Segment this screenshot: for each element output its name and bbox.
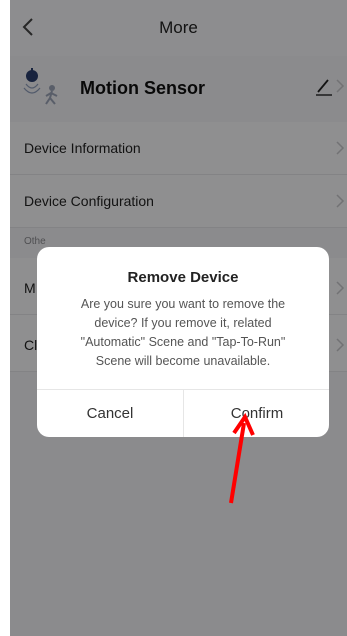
app-screen: More Motion Sensor Device Information De…	[10, 0, 347, 636]
dialog-message-line: "Automatic" Scene and "Tap-To-Run"	[80, 335, 286, 349]
dialog-message-line: Scene will become unavailable.	[95, 354, 271, 368]
dialog-message-line: Are you sure you want to remove the	[80, 297, 286, 311]
cancel-button[interactable]: Cancel	[37, 390, 183, 437]
dialog-title: Remove Device	[127, 269, 239, 286]
dialog-message: Are you sure you want to remove the devi…	[59, 295, 307, 371]
red-arrow-annotation-icon	[229, 412, 255, 504]
dialog-message-line: device? If you remove it, related	[94, 316, 272, 330]
remove-device-dialog: Remove Device Are you sure you want to r…	[37, 247, 329, 437]
